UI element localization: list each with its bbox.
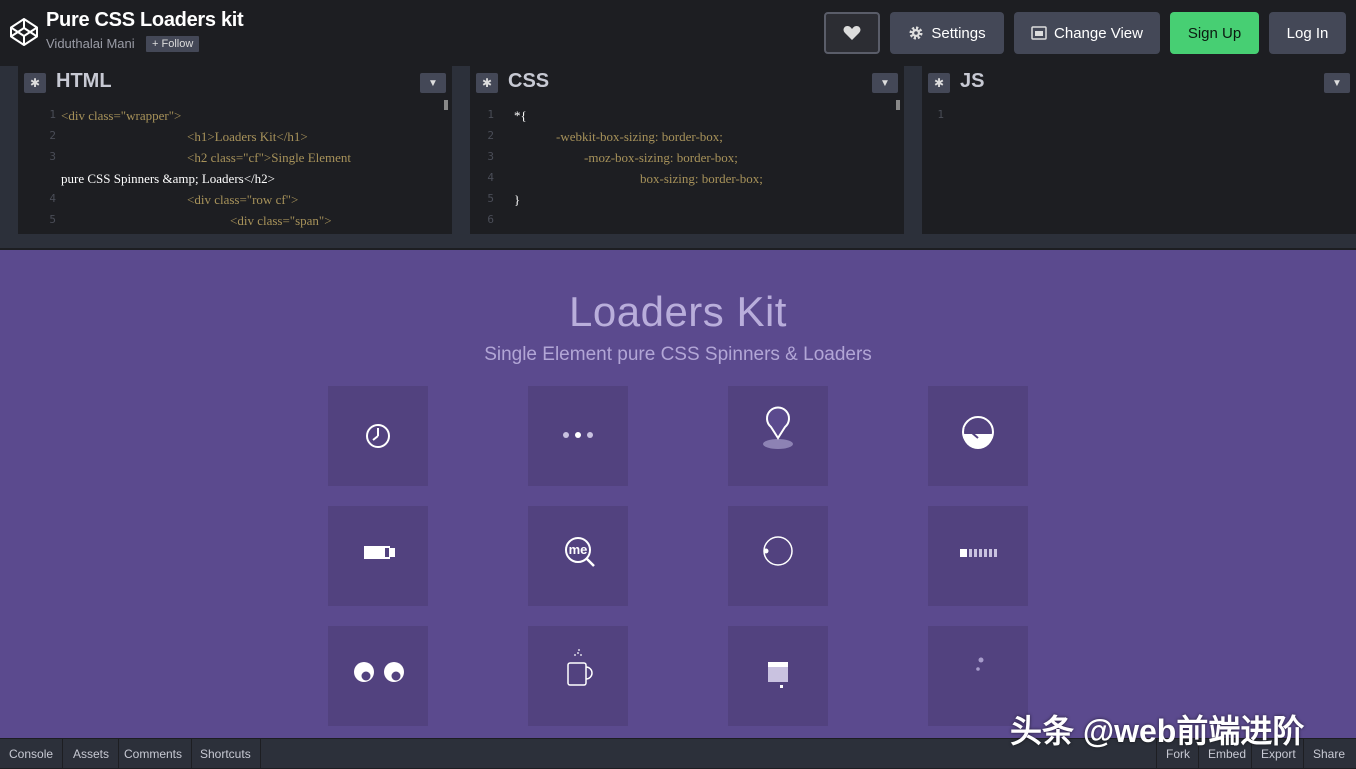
code-line: <div class="wrapper"> [61,108,182,123]
clock-loader-icon [366,424,390,448]
loader-tile [728,386,828,486]
html-editor-header: ✱ HTML ▼ [18,66,452,100]
css-editor-title: CSS [508,70,550,92]
share-button[interactable]: Share [1303,739,1354,769]
log-in-button[interactable]: Log In [1269,12,1346,54]
line-number: 3 [487,150,494,163]
editor-divider[interactable] [904,66,922,234]
line-number: 3 [49,150,56,163]
html-collapse-button[interactable]: ▼ [420,73,446,93]
loader-tile [328,506,428,606]
loader-tile [328,626,428,726]
loader-tile [328,386,428,486]
half-circle-loader-icon [962,416,994,449]
sign-up-button[interactable]: Sign Up [1170,12,1259,54]
change-view-button[interactable]: Change View [1014,12,1160,54]
html-editor: ✱ HTML ▼ 1 2 3 4 5 <div class="wrapper">… [18,66,452,234]
code-line: } [514,192,521,207]
magnifier-text: me [569,542,588,557]
js-collapse-button[interactable]: ▼ [1324,73,1350,93]
settings-button[interactable]: Settings [890,12,1004,54]
css-settings-button[interactable]: ✱ [476,73,498,93]
line-number: 1 [937,108,944,121]
dots-loader-icon [563,432,593,438]
coffee-cup-loader-icon [567,649,593,686]
pen-title: Pure CSS Loaders kit [46,9,244,31]
loader-tile [528,626,628,726]
css-code-area[interactable]: 1 2 3 4 5 6 *{ -webkit-box-sizing: borde… [470,100,904,234]
code-line: pure CSS Spinners &amp; Loaders</h2> [61,171,275,186]
code-line: box-sizing: border-box; [640,171,763,186]
css-editor: ✱ CSS ▼ 1 2 3 4 5 6 *{ -webkit-box-sizin… [470,66,904,234]
loader-tile [528,386,628,486]
orbit-loader-icon [763,536,793,566]
editor-resize-bar[interactable] [0,234,1356,250]
editor-left-gutter [0,66,16,234]
js-code-area[interactable]: 1 [922,100,1356,234]
battery-loader-icon [364,546,395,559]
css-scrollbar[interactable] [896,100,900,110]
line-number: 5 [487,192,494,205]
css-editor-header: ✱ CSS ▼ [470,66,904,100]
layout-icon [1031,26,1047,40]
html-settings-button[interactable]: ✱ [24,73,46,93]
line-number: 5 [49,213,56,226]
loader-tile [928,506,1028,606]
code-line: <div class="span"> [230,213,332,228]
progress-bars-loader-icon [960,549,997,557]
line-number: 4 [487,171,494,184]
author-name[interactable]: Viduthalai Mani [46,36,135,51]
console-button[interactable]: Console [0,739,64,769]
html-scrollbar[interactable] [444,100,448,110]
preview-title: Loaders Kit [569,288,787,335]
heart-icon [843,26,861,40]
editor-divider[interactable] [452,66,470,234]
shortcuts-button[interactable]: Shortcuts [191,739,261,769]
code-line: <h1>Loaders Kit</h1> [187,129,308,144]
code-line: *{ [514,108,527,123]
loader-tile [728,626,828,726]
comments-button[interactable]: Comments [115,739,193,769]
html-editor-title: HTML [56,70,112,92]
code-line: <h2 class="cf">Single Element [187,150,352,165]
change-view-label: Change View [1054,24,1143,42]
preview-frame: Loaders Kit Single Element pure CSS Spin… [0,250,1356,738]
line-number: 4 [49,192,56,205]
css-collapse-button[interactable]: ▼ [872,73,898,93]
header: Pure CSS Loaders kit Viduthalai Mani + F… [0,0,1356,66]
line-number: 6 [487,213,494,226]
assets-button[interactable]: Assets [64,739,120,769]
loader-tile [728,506,828,606]
follow-button[interactable]: + Follow [146,36,200,52]
gear-icon [909,26,923,40]
js-editor-title: JS [960,70,985,92]
preview-subtitle: Single Element pure CSS Spinners & Loade… [484,344,872,365]
js-editor-header: ✱ JS ▼ [922,66,1356,100]
editor-area: ✱ HTML ▼ 1 2 3 4 5 <div class="wrapper">… [0,66,1356,234]
line-number: 1 [49,108,56,121]
codepen-logo-icon[interactable] [8,16,40,48]
love-button[interactable] [824,12,880,54]
line-number: 1 [487,108,494,121]
js-editor: ✱ JS ▼ 1 [922,66,1356,234]
code-line: -moz-box-sizing: border-box; [584,150,738,165]
map-pin-loader-icon [763,406,793,449]
window-loader-icon [768,662,788,688]
watermark-text: 头条 @web前端进阶 [1010,713,1305,749]
code-line: <div class="row cf"> [187,192,299,207]
settings-label: Settings [931,24,986,42]
code-line: -webkit-box-sizing: border-box; [556,129,723,144]
magnifier-loader-icon: me [565,537,595,567]
loader-tile [928,386,1028,486]
js-settings-button[interactable]: ✱ [928,73,950,93]
loader-tile: me [528,506,628,606]
eyes-loader-icon [354,662,404,682]
html-code-area[interactable]: 1 2 3 4 5 <div class="wrapper"> <h1>Load… [18,100,452,234]
line-number: 2 [49,129,56,142]
line-number: 2 [487,129,494,142]
